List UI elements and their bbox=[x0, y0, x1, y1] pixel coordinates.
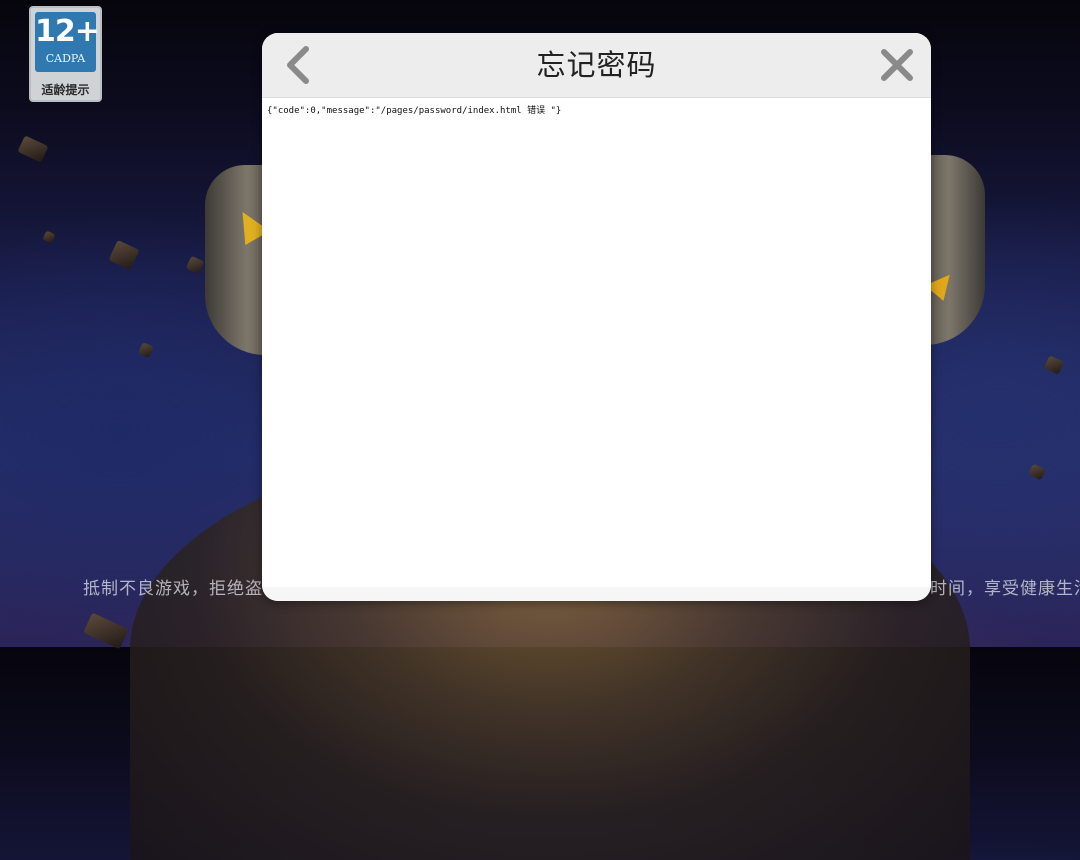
close-button[interactable] bbox=[877, 45, 917, 85]
age-rating-tip: 适龄提示 bbox=[41, 83, 90, 97]
dialog-footer bbox=[262, 587, 931, 601]
health-notice-text-right: 时间，享受健康生活 bbox=[930, 579, 1080, 599]
close-icon bbox=[881, 49, 913, 81]
age-rating-number: 12+ bbox=[35, 14, 100, 49]
dialog-header: 忘记密码 bbox=[262, 33, 931, 98]
background-rock bbox=[17, 135, 49, 163]
forgot-password-dialog: 忘记密码 {"code":0,"message":"/pages/passwor… bbox=[262, 33, 931, 601]
back-button[interactable] bbox=[276, 43, 320, 87]
background-rock bbox=[138, 342, 154, 358]
error-response-text: {"code":0,"message":"/pages/password/ind… bbox=[267, 106, 562, 116]
dialog-title: 忘记密码 bbox=[536, 48, 657, 82]
health-notice-text-left: 抵制不良游戏，拒绝盗 bbox=[83, 579, 263, 599]
background-rock bbox=[42, 230, 56, 244]
background-stone-right bbox=[925, 155, 985, 345]
chevron-left-icon bbox=[287, 46, 309, 84]
age-rating-badge: 12+ CADPA 适龄提示 bbox=[29, 6, 102, 102]
age-rating-emblem: 12+ CADPA bbox=[35, 12, 100, 72]
background-rock bbox=[108, 239, 140, 271]
dialog-webview[interactable]: {"code":0,"message":"/pages/password/ind… bbox=[262, 98, 931, 587]
background-rock bbox=[1028, 463, 1046, 481]
background-rock bbox=[185, 255, 205, 275]
background-rock bbox=[83, 612, 129, 650]
background-rock bbox=[1043, 355, 1065, 375]
age-rating-org: CADPA bbox=[45, 52, 86, 65]
